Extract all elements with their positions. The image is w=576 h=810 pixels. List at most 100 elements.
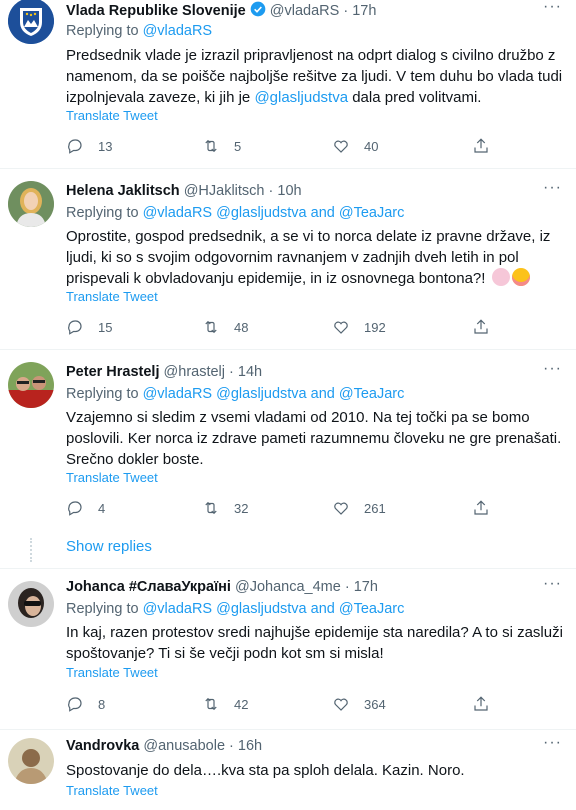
mention-link[interactable]: @vladaRS <box>143 601 213 617</box>
timestamp[interactable]: 16h <box>238 738 262 754</box>
retweet-count: 5 <box>234 138 242 154</box>
avatar[interactable] <box>8 738 54 784</box>
user-handle[interactable]: @Johanca_4me <box>235 579 341 595</box>
like-count: 261 <box>364 500 386 516</box>
like-button[interactable]: 40 <box>332 137 378 155</box>
like-icon <box>334 140 348 153</box>
tweet-helena[interactable]: Helena Jaklitsch @HJaklitsch · 10h ··· R… <box>0 169 576 349</box>
more-icon[interactable]: ··· <box>543 734 562 752</box>
separator-dot: · <box>229 364 234 380</box>
like-count: 364 <box>364 696 386 712</box>
coat-of-arms-icon <box>8 0 54 44</box>
share-button[interactable] <box>472 318 490 336</box>
retweet-icon <box>205 501 217 515</box>
retweet-button[interactable]: 32 <box>202 499 248 517</box>
like-button[interactable]: 364 <box>332 695 386 713</box>
reply-button[interactable]: 8 <box>66 695 105 713</box>
reply-icon <box>68 501 82 516</box>
share-icon <box>474 500 488 515</box>
replying-prefix: Replying to <box>66 23 139 39</box>
translate-tweet-link[interactable]: Translate Tweet <box>66 665 158 680</box>
tweet-header: Helena Jaklitsch @HJaklitsch · 10h <box>66 183 302 199</box>
tweet-text: Oprostite, gospod predsednik, a se vi to… <box>66 226 566 289</box>
retweet-icon <box>205 697 217 711</box>
translate-tweet-link[interactable]: Translate Tweet <box>66 783 158 798</box>
timestamp[interactable]: 10h <box>277 183 301 199</box>
avatar[interactable] <box>8 581 54 627</box>
translate-tweet-link[interactable]: Translate Tweet <box>66 108 158 123</box>
translate-tweet-link[interactable]: Translate Tweet <box>66 289 158 304</box>
user-handle[interactable]: @anusabole <box>143 738 225 754</box>
reply-button[interactable]: 4 <box>66 499 105 517</box>
mention-link[interactable]: @TeaJarc <box>339 205 405 221</box>
display-name[interactable]: Vandrovka <box>66 738 139 754</box>
mention-link[interactable]: @TeaJarc <box>339 386 405 402</box>
tweet-header: Vandrovka @anusabole · 16h <box>66 738 262 754</box>
more-icon[interactable]: ··· <box>543 575 562 593</box>
mention-link[interactable]: @vladaRS <box>143 23 213 39</box>
like-count: 192 <box>364 319 386 335</box>
retweet-count: 42 <box>234 696 249 712</box>
mention-link[interactable]: @glasljudstva <box>216 601 306 617</box>
action-bar: 15 48 192 <box>66 318 506 338</box>
tweet-vandrovka[interactable]: Vandrovka @anusabole · 16h ··· Spostovan… <box>0 730 576 810</box>
tweet-text: Spostovanje do dela….kva sta pa sploh de… <box>66 762 465 779</box>
tweet-text-part: dala pred volitvami. <box>348 89 482 106</box>
mention-link[interactable]: @vladaRS <box>143 205 213 221</box>
like-button[interactable]: 192 <box>332 318 386 336</box>
tweet-text: In kaj, razen protestov sredi najhujše e… <box>66 624 563 662</box>
timestamp[interactable]: 14h <box>238 364 262 380</box>
tweet-vlada[interactable]: Vlada Republike Slovenije @vladaRS · 17h… <box>0 0 576 168</box>
replying-to: Replying to @vladaRS @glasljudstva and @… <box>66 386 404 402</box>
timestamp[interactable]: 17h <box>354 579 378 595</box>
timestamp[interactable]: 17h <box>352 3 376 19</box>
translate-tweet-link[interactable]: Translate Tweet <box>66 470 158 485</box>
action-bar: 8 42 364 <box>66 695 506 715</box>
avatar[interactable] <box>8 0 54 44</box>
display-name[interactable]: Peter Hrastelj <box>66 364 160 380</box>
show-replies-link[interactable]: Show replies <box>66 538 152 555</box>
mention-link[interactable]: @glasljudstva <box>216 386 306 402</box>
display-name[interactable]: Vlada Republike Slovenije <box>66 3 246 19</box>
display-name[interactable]: Johanca #СлаваУкраїні <box>66 579 231 595</box>
share-icon <box>474 138 488 153</box>
separator-dot: · <box>343 3 349 19</box>
retweet-button[interactable]: 48 <box>202 318 248 336</box>
more-icon[interactable]: ··· <box>543 360 562 378</box>
user-handle[interactable]: @vladaRS <box>270 3 340 19</box>
mention-link[interactable]: @glasljudstva <box>216 205 306 221</box>
retweet-button[interactable]: 5 <box>202 137 241 155</box>
avatar[interactable] <box>8 362 54 408</box>
avatar[interactable] <box>8 181 54 227</box>
mention-link[interactable]: @TeaJarc <box>339 601 405 617</box>
replying-and[interactable]: and <box>311 601 335 617</box>
replying-and[interactable]: and <box>311 205 335 221</box>
tweet-text: Vzajemno si sledim z vsemi vladami od 20… <box>66 409 562 468</box>
display-name[interactable]: Helena Jaklitsch <box>66 183 180 199</box>
reply-button[interactable]: 15 <box>66 318 112 336</box>
user-handle[interactable]: @HJaklitsch <box>184 183 265 199</box>
thread-connector <box>30 538 34 562</box>
retweet-button[interactable]: 42 <box>202 695 248 713</box>
user-handle[interactable]: @hrastelj <box>164 364 225 380</box>
share-button[interactable] <box>472 695 490 713</box>
separator-dot: · <box>344 579 350 595</box>
tweet-header: Johanca #СлаваУкраїні @Johanca_4me · 17h <box>66 579 378 595</box>
tweet-peter[interactable]: Peter Hrastelj @hrastelj · 14h ··· Reply… <box>0 350 576 568</box>
action-bar: 4 32 261 <box>66 499 506 519</box>
reply-button[interactable]: 13 <box>66 137 112 155</box>
replying-and[interactable]: and <box>311 386 335 402</box>
like-button[interactable]: 261 <box>332 499 386 517</box>
tweet-johanca[interactable]: Johanca #СлаваУкраїні @Johanca_4me · 17h… <box>0 569 576 729</box>
mention-link[interactable]: @glasljudstva <box>254 89 348 106</box>
reply-count: 8 <box>98 696 106 712</box>
share-button[interactable] <box>472 499 490 517</box>
share-button[interactable] <box>472 137 490 155</box>
more-icon[interactable]: ··· <box>543 179 562 197</box>
retweet-count: 48 <box>234 319 249 335</box>
tweet-header: Vlada Republike Slovenije @vladaRS · 17h <box>66 1 376 19</box>
tweet-text-part: Oprostite, gospod predsednik, a se vi to… <box>66 228 551 287</box>
more-icon[interactable]: ··· <box>543 0 562 16</box>
mention-link[interactable]: @vladaRS <box>143 386 213 402</box>
retweet-icon <box>205 320 217 334</box>
